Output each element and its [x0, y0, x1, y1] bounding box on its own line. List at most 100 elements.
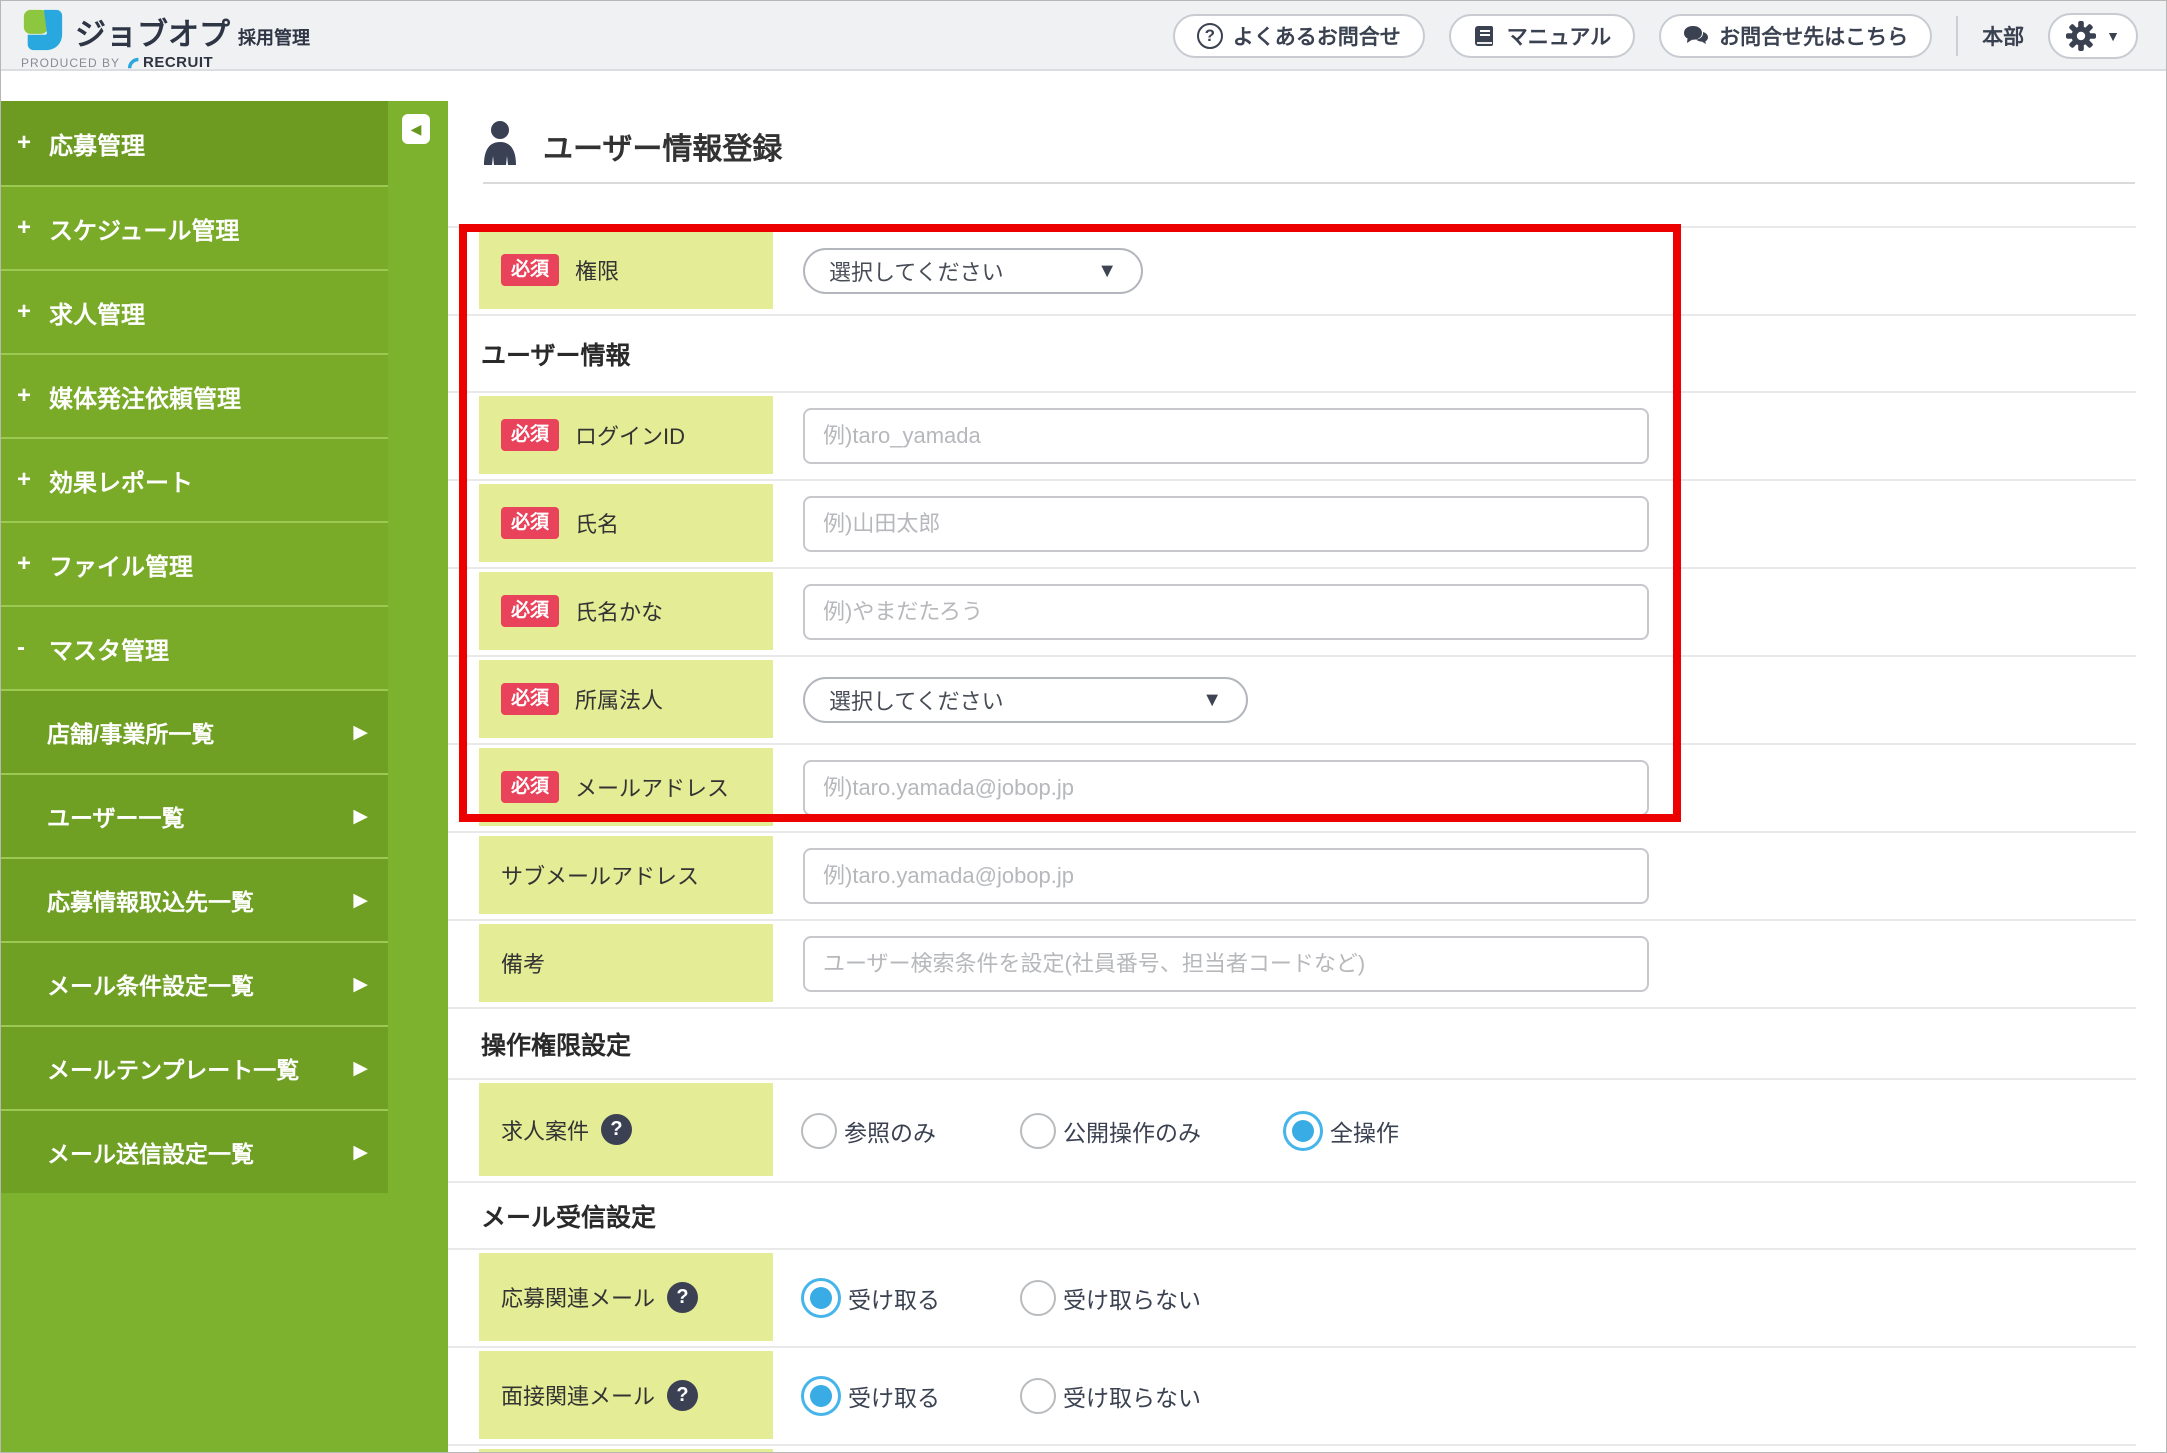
sidebar-item-baitai-hacchu[interactable]: + 媒体発注依頼管理: [1, 353, 388, 437]
sidebar-item-label: マスタ管理: [49, 637, 169, 665]
sidebar-item-user-ichiran[interactable]: ユーザー一覧 ▶: [1, 773, 388, 857]
page-title-block: ユーザー情報登録: [481, 119, 782, 173]
field-label-cell: 必須 ログインID: [479, 396, 773, 474]
sidebar-item-label: 応募管理: [49, 132, 145, 160]
field-label: 氏名かな: [575, 600, 664, 625]
produced-by-label: PRODUCED BY: [21, 55, 121, 70]
form-row-sub-email: サブメールアドレス: [448, 833, 2136, 921]
field-label: 所属法人: [575, 688, 664, 713]
sidebar-item-schedule-kanri[interactable]: + スケジュール管理: [1, 185, 388, 269]
sidebar-navigation: + 応募管理 + スケジュール管理 + 求人管理 + 媒体発注依頼管理 + 効果…: [1, 101, 448, 1452]
field-label-cell: 必須 権限: [479, 231, 773, 309]
sidebar-item-master-kanri[interactable]: - マスタ管理: [1, 605, 388, 689]
main-content: ユーザー情報登録 必須 権限 選択してください ▼ ユーザー情報 必須 ログイン…: [448, 1, 2166, 1452]
chevron-right-icon: ▶: [353, 973, 368, 995]
help-icon[interactable]: ?: [667, 1281, 699, 1313]
user-registration-form: 必須 権限 選択してください ▼ ユーザー情報 必須 ログインID 例)taro…: [448, 226, 2136, 1452]
email-input[interactable]: [803, 760, 1649, 816]
kengen-select[interactable]: 選択してください ▼: [803, 248, 1143, 294]
login-id-input[interactable]: [803, 408, 1649, 464]
chat-bubble-icon: [1684, 26, 1709, 44]
settings-menu-button[interactable]: ▼: [2048, 13, 2138, 59]
sidebar-item-file-kanri[interactable]: + ファイル管理: [1, 521, 388, 605]
sidebar-item-tenpo-ichiran[interactable]: 店舗/事業所一覧 ▶: [1, 689, 388, 773]
sidebar-item-mail-soushin-ichiran[interactable]: メール送信設定一覧 ▶: [1, 1109, 388, 1193]
sidebar-item-oubo-kanri[interactable]: + 応募管理: [1, 101, 388, 185]
field-label-cell: 面接関連メール ?: [479, 1351, 773, 1439]
radio-option-zen-sousa[interactable]: 全操作: [1283, 1110, 1399, 1151]
app-logo[interactable]: ジョブオプ 採用管理 PRODUCED BY RECRUIT: [21, 8, 310, 71]
section-title: ユーザー情報: [481, 341, 631, 370]
radio-dot: [810, 1385, 832, 1407]
radio-option-uketoranai[interactable]: 受け取らない: [1020, 1280, 1201, 1316]
expand-plus-icon: +: [17, 382, 32, 409]
sidebar-item-label: 媒体発注依頼管理: [49, 385, 241, 413]
radio-unselected-icon: [1020, 1280, 1056, 1316]
title-divider: [483, 182, 2135, 184]
field-label-cell: 必須 氏名: [479, 484, 773, 562]
header-divider: [1956, 16, 1959, 56]
sub-email-input[interactable]: [803, 848, 1649, 904]
field-label-cell: 必須 所属法人: [479, 660, 773, 738]
form-row-partial: [448, 1446, 2136, 1452]
name-input[interactable]: [803, 496, 1649, 552]
biko-input[interactable]: [803, 936, 1649, 992]
faq-button[interactable]: ? よくあるお問合せ: [1172, 14, 1425, 58]
sidebar-item-mail-jouken-ichiran[interactable]: メール条件設定一覧 ▶: [1, 941, 388, 1025]
manual-button[interactable]: マニュアル: [1448, 14, 1636, 58]
radio-option-uketoranai[interactable]: 受け取らない: [1020, 1378, 1201, 1414]
field-label: サブメールアドレス: [501, 864, 700, 889]
name-kana-input[interactable]: [803, 584, 1649, 640]
collapse-minus-icon: -: [17, 634, 25, 661]
radio-option-uketoru[interactable]: 受け取る: [801, 1278, 940, 1318]
radio-label: 受け取らない: [1063, 1385, 1201, 1411]
logo-product-name: ジョブオプ: [75, 16, 230, 52]
field-label: 備考: [501, 952, 546, 977]
jobop-logo-icon: [23, 9, 63, 51]
radio-option-koukai-sousa-nomi[interactable]: 公開操作のみ: [1020, 1112, 1201, 1149]
app-window: ジョブオプ 採用管理 PRODUCED BY RECRUIT ? よくあるお問合…: [0, 0, 2167, 1453]
sidebar-item-kyujin-kanri[interactable]: + 求人管理: [1, 269, 388, 353]
gear-icon: [2066, 21, 2097, 51]
form-row-kengen: 必須 権限 選択してください ▼: [448, 228, 2136, 316]
form-row-biko: 備考: [448, 921, 2136, 1009]
radio-option-uketoru[interactable]: 受け取る: [801, 1376, 940, 1416]
required-badge: 必須: [501, 253, 560, 287]
chevron-right-icon: ▶: [353, 721, 368, 743]
form-row-kyujin-anken: 求人案件 ? 参照のみ 公開操作のみ 全操作: [448, 1080, 2136, 1183]
sidebar-item-kouka-report[interactable]: + 効果レポート: [1, 437, 388, 521]
sidebar-item-oubo-torikomi-ichiran[interactable]: 応募情報取込先一覧 ▶: [1, 857, 388, 941]
chevron-right-icon: ▶: [353, 1057, 368, 1079]
field-label: 氏名: [575, 512, 620, 537]
sidebar-collapse-button[interactable]: ◀: [402, 114, 430, 144]
field-label: 権限: [575, 259, 620, 284]
field-label: ログインID: [575, 424, 686, 449]
field-label-cell: サブメールアドレス: [479, 836, 773, 914]
sidebar-item-label: 応募情報取込先一覧: [47, 889, 254, 915]
faq-button-label: よくあるお問合せ: [1232, 26, 1401, 49]
radio-unselected-icon: [801, 1112, 837, 1149]
expand-plus-icon: +: [17, 214, 32, 241]
chevron-right-icon: ▶: [353, 1141, 368, 1163]
caret-down-icon: ▼: [1202, 688, 1222, 711]
sidebar-item-mail-template-ichiran[interactable]: メールテンプレート一覧 ▶: [1, 1025, 388, 1109]
sidebar-item-label: ファイル管理: [49, 553, 193, 581]
help-icon[interactable]: ?: [667, 1379, 699, 1411]
logo-row: ジョブオプ 採用管理: [21, 8, 310, 52]
help-icon[interactable]: ?: [601, 1114, 633, 1145]
expand-plus-icon: +: [17, 129, 32, 156]
section-operation-permission: 操作権限設定: [448, 1009, 2136, 1080]
sidebar-item-label: メール条件設定一覧: [47, 973, 254, 999]
top-header-bar: ジョブオプ 採用管理 PRODUCED BY RECRUIT ? よくあるお問合…: [1, 1, 2166, 71]
form-row-name: 必須 氏名: [448, 481, 2136, 569]
radio-option-sanshou-nomi[interactable]: 参照のみ: [801, 1112, 936, 1149]
contact-button[interactable]: お問合せ先はこちら: [1659, 14, 1933, 58]
contact-button-label: お問合せ先はこちら: [1719, 26, 1909, 49]
radio-dot: [1292, 1119, 1314, 1142]
form-row-login-id: 必須 ログインID: [448, 393, 2136, 481]
shozoku-houjin-select[interactable]: 選択してください ▼: [803, 677, 1248, 723]
radio-unselected-icon: [1020, 1378, 1056, 1414]
radio-dot: [810, 1287, 832, 1309]
select-value: 選択してください: [829, 689, 1004, 714]
radio-label: 公開操作のみ: [1063, 1119, 1201, 1146]
